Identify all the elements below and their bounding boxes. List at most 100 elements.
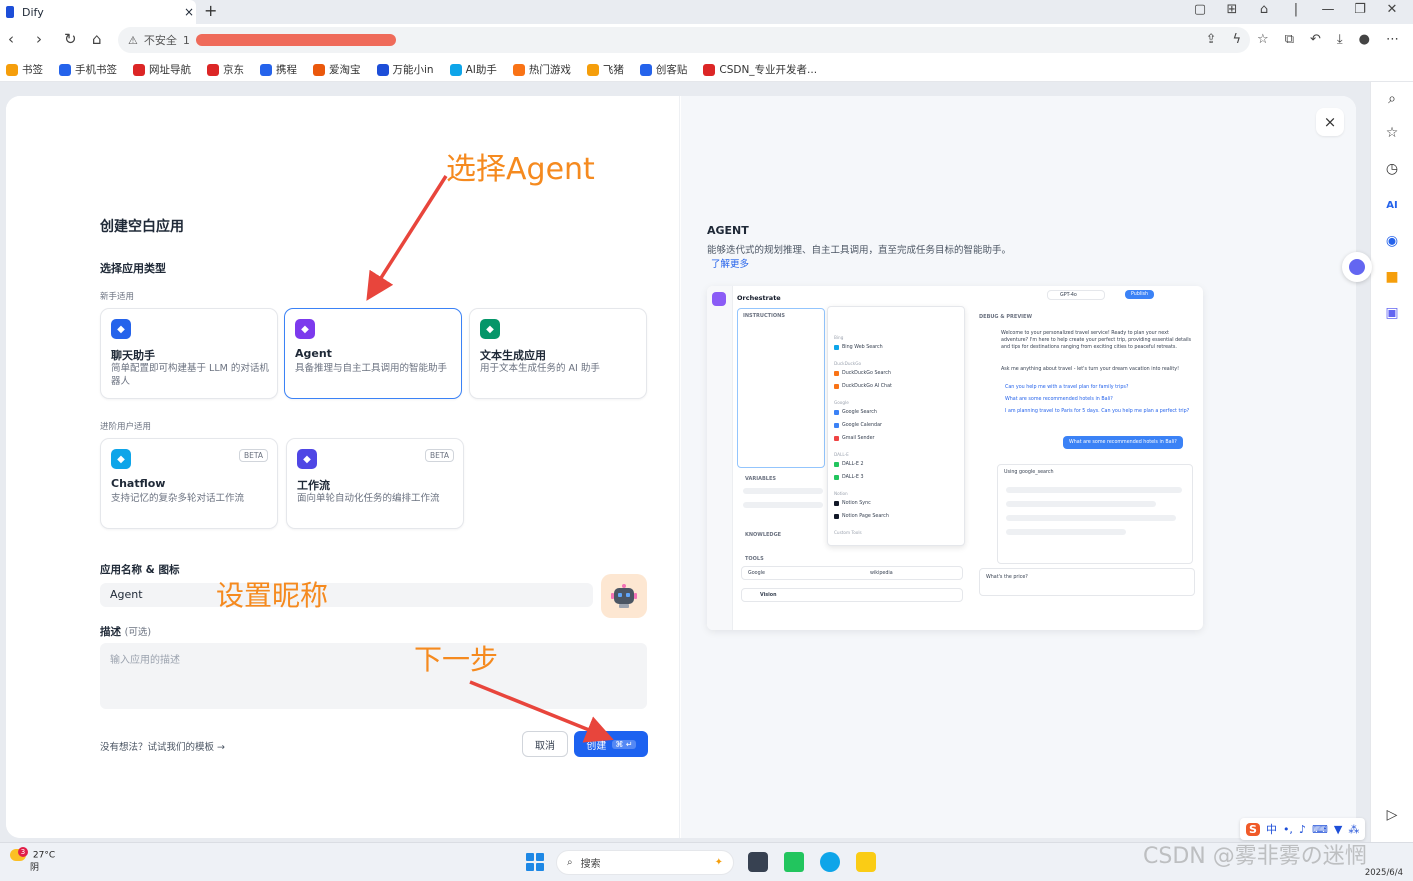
ime-mic-icon[interactable]: ♪ (1299, 823, 1306, 836)
ime-skin-icon[interactable]: ▼ (1334, 823, 1342, 836)
terminal-app-icon[interactable] (784, 852, 804, 872)
url-field[interactable]: ⚠ 不安全 1 (118, 27, 1250, 53)
url-text: 1 (182, 33, 190, 47)
preview-sidebar (707, 286, 733, 630)
bookmark-favicon-icon (207, 63, 219, 76)
app-type-card[interactable]: ◆ Chatflow 支持记忆的复杂多轮对话工作流 BETA (100, 438, 278, 529)
bookmark-label: 书签 (22, 64, 43, 76)
sidebar-search-icon[interactable]: ⌕ (1383, 90, 1401, 108)
preview-suggestion-1: Can you help me with a travel plan for f… (1005, 385, 1129, 390)
tab-close-icon[interactable]: × (182, 5, 196, 19)
restore-icon[interactable]: ❐ (1351, 2, 1369, 17)
app-type-icon: ◆ (297, 449, 317, 469)
undo-icon[interactable]: ↶ (1310, 32, 1321, 47)
sidebar-star-icon[interactable]: ☆ (1383, 124, 1401, 142)
back-icon[interactable]: ‹ (8, 30, 14, 48)
preview-tool-label: DALL-E 3 (842, 475, 864, 480)
annotation-select-agent: 选择Agent (446, 152, 595, 187)
advanced-label: 进阶用户适用 (100, 422, 152, 432)
new-tab-button[interactable]: + (204, 1, 217, 20)
puzzle-icon[interactable]: ⧉ (1285, 32, 1294, 47)
file-explorer-icon[interactable] (856, 852, 876, 872)
modal-title: 创建空白应用 (100, 219, 184, 235)
preview-tool-label: DALL-E 2 (842, 462, 864, 467)
preview-orchestrate: Orchestrate (737, 294, 781, 302)
app-type-card[interactable]: ◆ 文本生成应用 用于文本生成任务的 AI 助手 (469, 308, 647, 399)
weather-widget[interactable]: 3 27°C 阴 (10, 847, 55, 874)
home-icon[interactable]: ⌂ (92, 30, 102, 48)
ime-tools-icon[interactable]: ⁂ (1348, 823, 1359, 836)
extensions-icon[interactable]: ⊞ (1223, 2, 1241, 17)
shirt-icon[interactable]: ⌂ (1255, 2, 1273, 17)
bookmark-item[interactable]: 京东 (207, 62, 244, 77)
edge-browser-icon[interactable] (820, 852, 840, 872)
bookmark-item[interactable]: AI助手 (449, 62, 497, 77)
share-icon[interactable]: ⇪ (1206, 32, 1217, 47)
lightning-icon[interactable]: ϟ (1232, 32, 1241, 47)
sidebar-briefcase-icon[interactable]: ■ (1383, 268, 1401, 286)
app-type-card[interactable]: ◆ Agent 具备推理与自主工具调用的智能助手 (284, 308, 462, 399)
preview-tool-category: Notion (834, 491, 848, 496)
ime-toolbar[interactable]: S 中 •, ♪ ⌨ ▼ ⁂ (1240, 818, 1366, 840)
sidebar-collapse-icon[interactable]: ▷ (1383, 806, 1401, 824)
app-icon-picker[interactable] (601, 574, 647, 618)
task-view-icon[interactable] (748, 852, 768, 872)
bookmark-favicon-icon (512, 63, 525, 76)
preview-variables-label: VARIABLES (745, 476, 776, 482)
sidebar-game-icon[interactable]: ◉ (1383, 232, 1401, 250)
browser-tab-dify[interactable]: Dify × (0, 0, 196, 24)
bookmark-item[interactable]: 爱淘宝 (313, 62, 361, 77)
favorite-star-icon[interactable]: ☆ (1257, 32, 1269, 47)
preview-vision-label: Vision (760, 593, 777, 598)
bookmark-item[interactable]: 万能小in (376, 62, 434, 77)
preview-tools-label: TOOLS (745, 556, 764, 562)
bookmark-item[interactable]: 飞猪 (586, 62, 624, 77)
minimize-icon[interactable]: — (1319, 2, 1337, 17)
sidebar-ai-icon[interactable]: AI (1383, 196, 1401, 214)
bookmark-item[interactable]: 手机书签 (59, 62, 117, 77)
bookmark-item[interactable]: CSDN_专业开发者... (703, 62, 817, 77)
profile-avatar-icon[interactable]: ● (1359, 32, 1370, 47)
app-type-name: Chatflow (111, 477, 166, 490)
learn-more-link[interactable]: 了解更多 (711, 256, 749, 270)
ime-mode[interactable]: 中 (1266, 821, 1277, 837)
app-type-card[interactable]: ◆ 工作流 面向单轮自动化任务的编排工作流 BETA (286, 438, 464, 529)
create-button[interactable]: 创建 ⌘ ↵ (574, 731, 648, 757)
bookmark-favicon-icon (586, 63, 599, 76)
sidebar-history-icon[interactable]: ◷ (1383, 160, 1401, 178)
ime-punct-icon[interactable]: •, (1283, 823, 1293, 836)
modal-close-button[interactable]: × (1316, 108, 1344, 136)
reload-icon[interactable]: ↻ (64, 30, 77, 48)
url-redaction (195, 34, 396, 46)
taskbar-search[interactable]: ⌕ 搜索 ✦ (556, 850, 734, 875)
app-type-name: 聊天助手 (111, 349, 155, 362)
app-type-card[interactable]: ◆ 聊天助手 简单配置即可构建基于 LLM 的对话机器人 (100, 308, 278, 399)
close-window-icon[interactable]: ✕ (1383, 2, 1401, 17)
bookmark-item[interactable]: 书签 (6, 62, 43, 77)
ime-keyboard-icon[interactable]: ⌨ (1312, 823, 1328, 836)
agent-preview-screenshot: Orchestrate INSTRUCTIONS VARIABLES KNOWL… (707, 286, 1203, 630)
bookmark-item[interactable]: 热门游戏 (512, 62, 571, 77)
bookmark-item[interactable]: 创客贴 (639, 62, 687, 77)
windows-start-icon[interactable] (526, 853, 544, 871)
sogou-logo-icon: S (1246, 822, 1260, 836)
divider-icon: | (1293, 2, 1299, 17)
forward-icon[interactable]: › (36, 30, 42, 48)
template-link[interactable]: 没有想法？试试我们的模板 → (100, 739, 225, 753)
tab-search-icon[interactable]: ▢ (1191, 2, 1209, 17)
preview-tool-picker: Bing Bing Web Search DuckDuckGo DuckDuckGo … (827, 306, 965, 546)
preview-tool-category: Google (834, 400, 849, 405)
preview-tool-item: Notion Sync (834, 501, 871, 506)
floating-assistant-button[interactable] (1342, 252, 1372, 282)
description-textarea[interactable]: 输入应用的描述 (100, 643, 647, 709)
preview-tool-label: Google Search (842, 410, 877, 415)
download-icon[interactable]: ⤓ (1337, 32, 1343, 47)
preview-using-tool: Using google_search (1004, 470, 1054, 475)
bookmark-item[interactable]: 网址导航 (133, 62, 191, 77)
sidebar-app-icon[interactable]: ▣ (1383, 304, 1401, 322)
cancel-button[interactable]: 取消 (522, 731, 568, 757)
app-name-input[interactable]: Agent (100, 583, 593, 607)
bookmark-item[interactable]: 携程 (260, 62, 297, 77)
more-menu-icon[interactable]: ⋯ (1386, 32, 1399, 47)
copilot-sparkle-icon: ✦ (714, 857, 723, 868)
